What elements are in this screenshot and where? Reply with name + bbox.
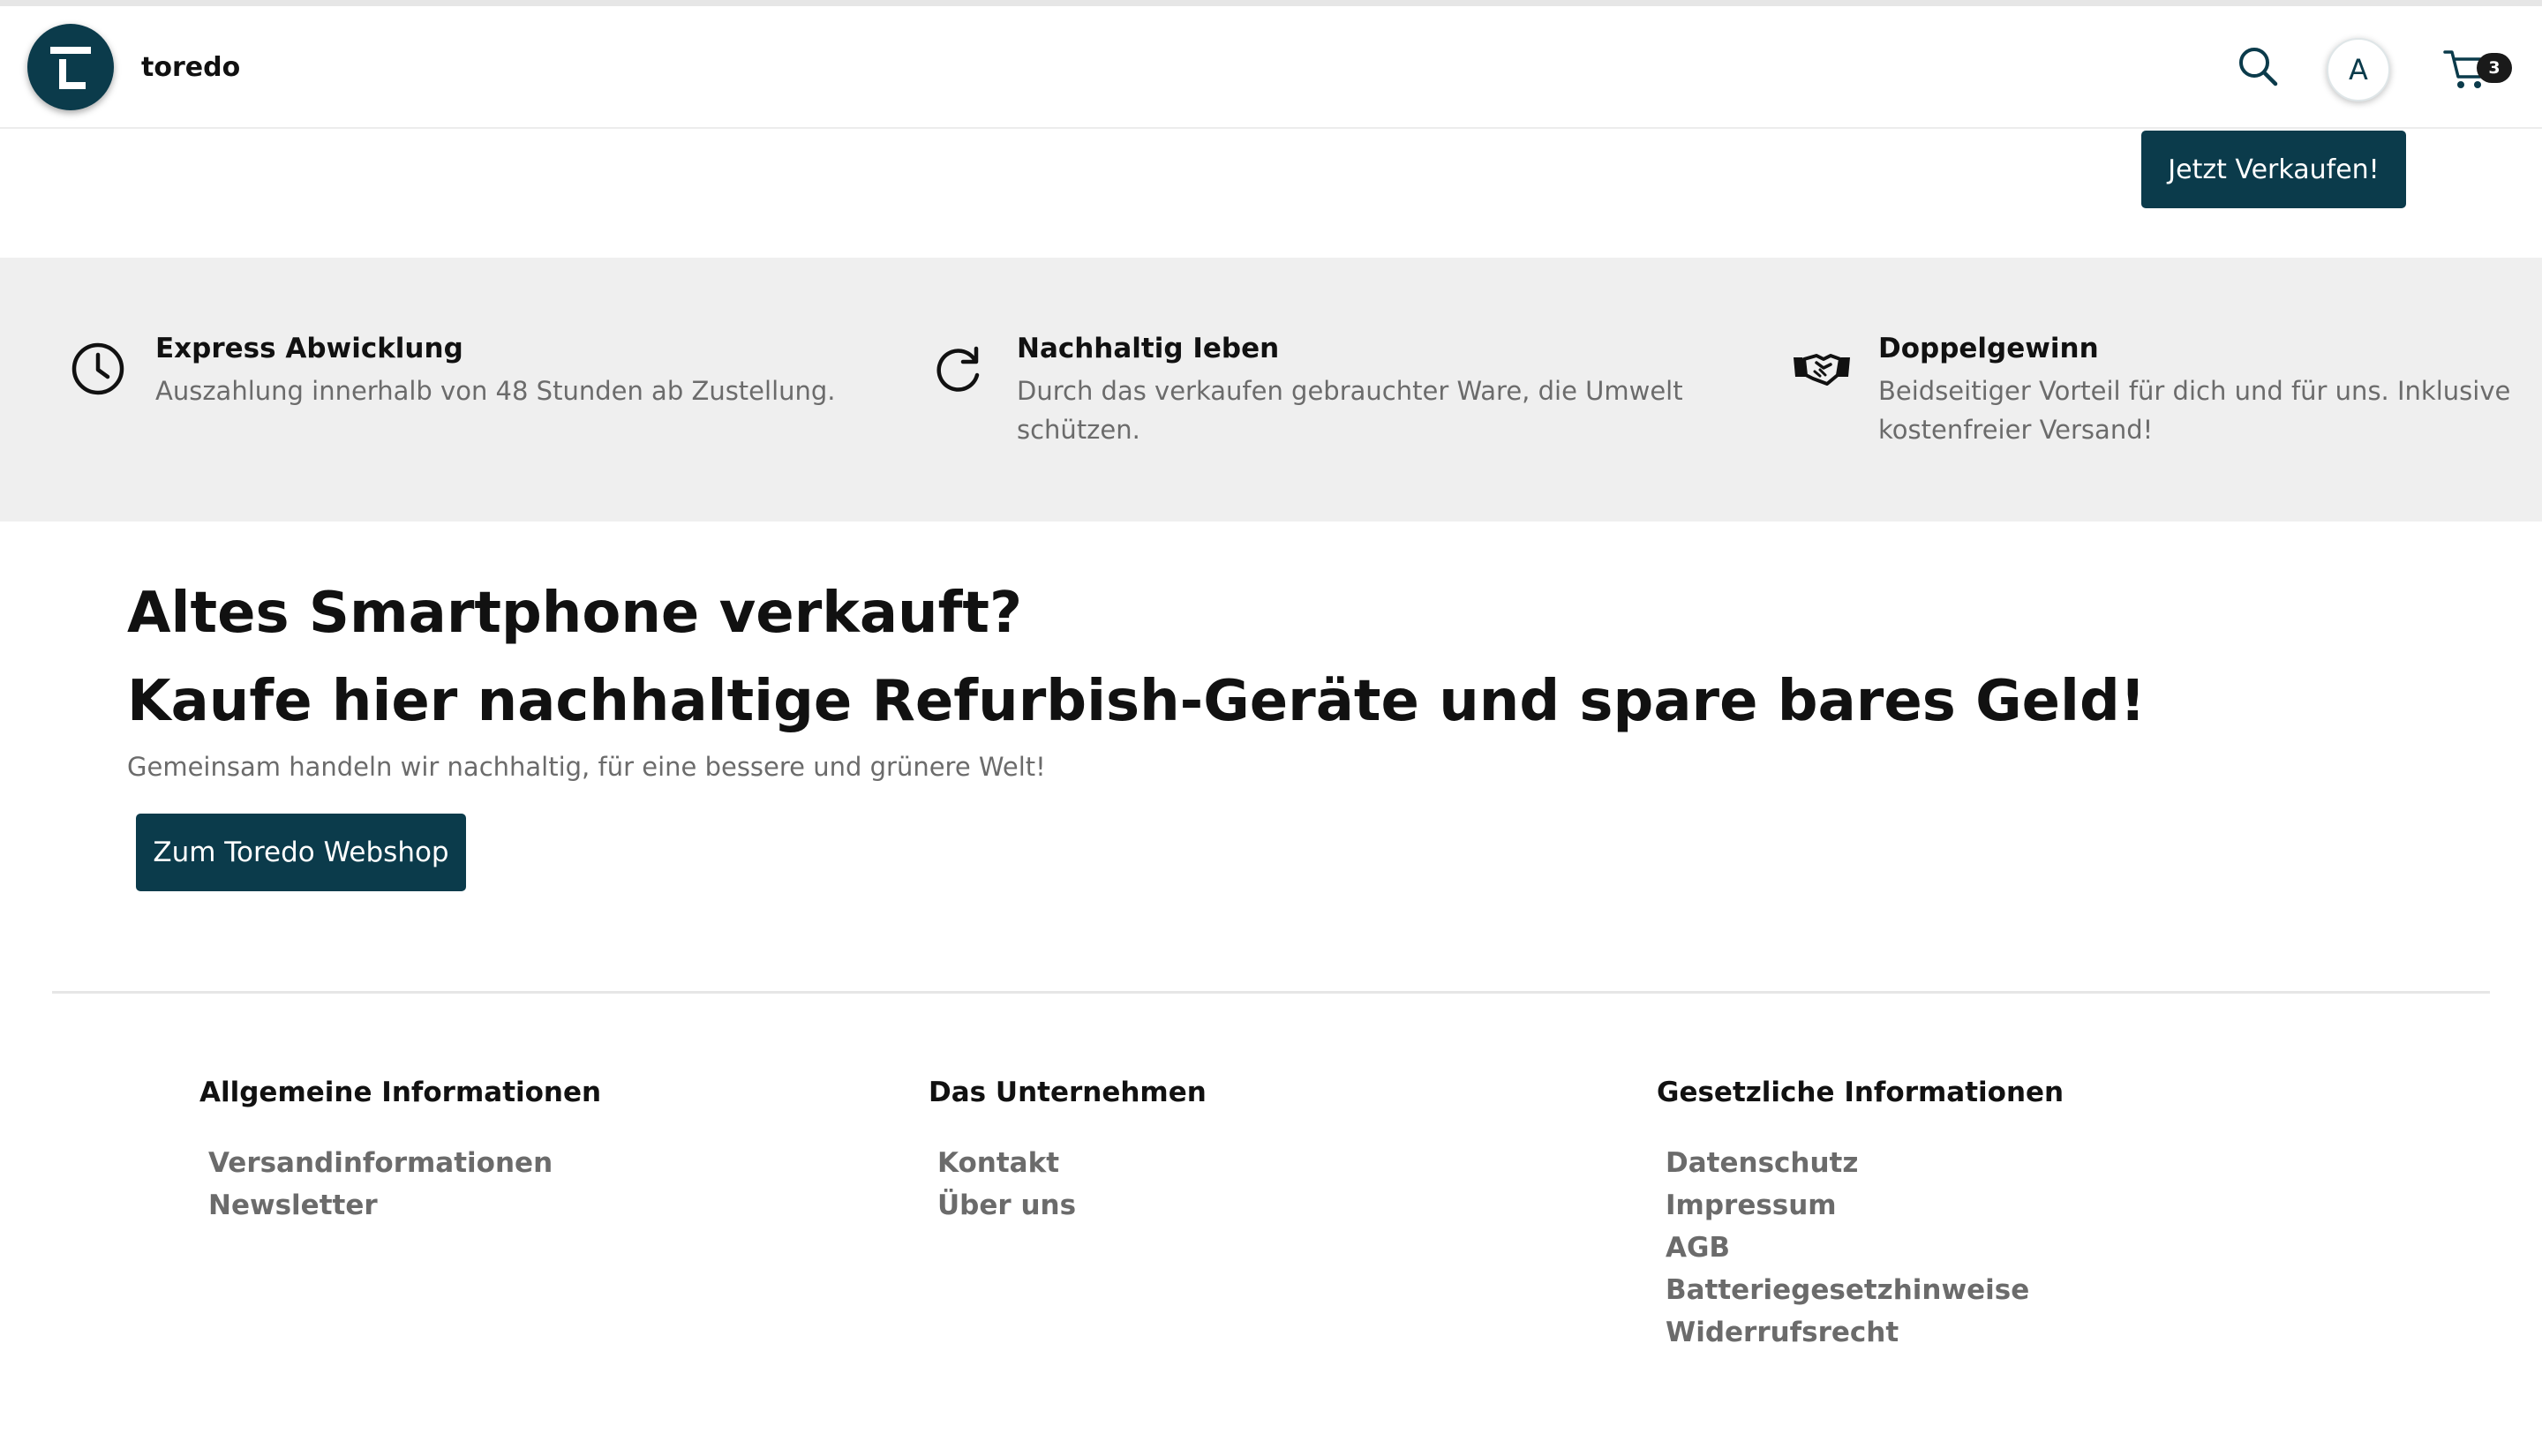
feature-text: Beidseitiger Vorteil für dich und für un…	[1878, 376, 2511, 445]
footer-link-newsletter[interactable]: Newsletter	[208, 1184, 601, 1227]
logo[interactable]	[27, 24, 114, 110]
top-border	[0, 0, 2542, 6]
webshop-button[interactable]: Zum Toredo Webshop	[136, 814, 466, 891]
footer-link-battery-law[interactable]: Batteriegesetzhinweise	[1666, 1269, 2064, 1311]
footer-column-title: Das Unternehmen	[929, 1077, 1207, 1108]
footer-link-shipping[interactable]: Versandinformationen	[208, 1142, 601, 1184]
footer-divider	[52, 991, 2490, 994]
feature-title: Nachhaltig Ieben	[1017, 333, 1280, 364]
refresh-icon	[936, 346, 980, 392]
search-icon	[2239, 48, 2278, 86]
brand-name[interactable]: toredo	[141, 52, 240, 83]
site-header: toredo A	[0, 6, 2542, 129]
footer-link-about[interactable]: Über uns	[937, 1184, 1207, 1227]
search-button[interactable]	[2233, 41, 2283, 91]
footer-column-company: Das Unternehmen Kontakt Über uns	[929, 1077, 1207, 1227]
footer-link-privacy[interactable]: Datenschutz	[1666, 1142, 2064, 1184]
cart-count-badge: 3	[2477, 53, 2512, 83]
footer-link-withdrawal[interactable]: Widerrufsrecht	[1666, 1311, 2064, 1354]
account-button[interactable]: A	[2327, 38, 2390, 101]
feature-text: Durch das verkaufen gebrauchter Ware, di…	[1017, 376, 1683, 445]
features-band: Express Abwicklung Auszahlung innerhalb …	[0, 258, 2542, 522]
footer-column-general: Allgemeine Informationen Versandinformat…	[199, 1077, 601, 1227]
footer-column-title: Allgemeine Informationen	[199, 1077, 602, 1108]
hero-heading-line1: Altes Smartphone verkauft?	[127, 581, 1023, 646]
hero-subtitle: Gemeinsam handeln wir nachhaltig, für ei…	[127, 752, 1046, 782]
footer-column-title: Gesetzliche Informationen	[1657, 1077, 2064, 1108]
handshake-icon	[1794, 354, 1850, 386]
hero-heading-line2: Kaufe hier nachhaltige Refurbish-Geräte …	[127, 669, 2146, 734]
footer-link-terms[interactable]: AGB	[1666, 1227, 2064, 1269]
feature-title: Doppelgewinn	[1878, 333, 2099, 364]
sell-now-button[interactable]: Jetzt Verkaufen!	[2141, 131, 2406, 208]
feature-title: Express Abwicklung	[155, 333, 463, 364]
clock-icon	[71, 342, 124, 395]
feature-text: Auszahlung innerhalb von 48 Stunden ab Z…	[155, 376, 836, 406]
footer-link-imprint[interactable]: Impressum	[1666, 1184, 2064, 1227]
footer-link-contact[interactable]: Kontakt	[937, 1142, 1207, 1184]
logo-mark-icon	[50, 47, 91, 89]
footer-column-legal: Gesetzliche Informationen Datenschutz Im…	[1657, 1077, 2064, 1354]
